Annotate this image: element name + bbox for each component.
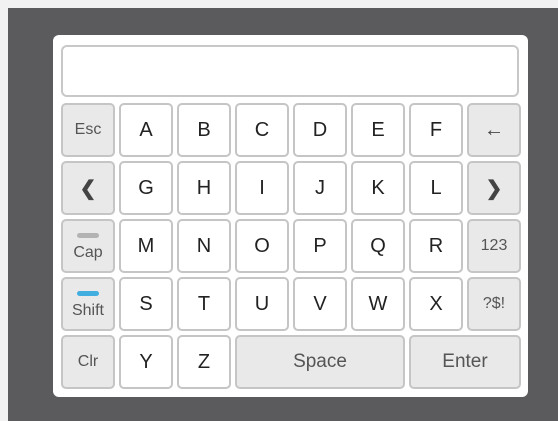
key-k[interactable]: K <box>351 161 405 215</box>
key-z-label: Z <box>197 350 211 373</box>
key-m[interactable]: M <box>119 219 173 273</box>
key-o-label: O <box>254 234 270 257</box>
numeric-mode-key[interactable]: 123 <box>467 219 521 273</box>
key-x-label: X <box>429 292 443 315</box>
key-i-label: I <box>259 176 265 199</box>
numeric-mode-label: 123 <box>480 237 508 254</box>
key-c-label: C <box>254 118 270 141</box>
key-l[interactable]: L <box>409 161 463 215</box>
key-t-label: T <box>197 292 211 315</box>
key-m-label: M <box>137 234 155 257</box>
key-e[interactable]: E <box>351 103 405 157</box>
esc-key-label: Esc <box>74 121 102 138</box>
key-x[interactable]: X <box>409 277 463 331</box>
key-a-label: A <box>139 118 153 141</box>
cursor-right-key[interactable]: ❯ <box>467 161 521 215</box>
key-i[interactable]: I <box>235 161 289 215</box>
key-b[interactable]: B <box>177 103 231 157</box>
key-a[interactable]: A <box>119 103 173 157</box>
key-o[interactable]: O <box>235 219 289 273</box>
key-j[interactable]: J <box>293 161 347 215</box>
key-k-label: K <box>371 176 385 199</box>
key-w[interactable]: W <box>351 277 405 331</box>
key-u-label: U <box>254 292 270 315</box>
esc-key[interactable]: Esc <box>61 103 115 157</box>
key-s[interactable]: S <box>119 277 173 331</box>
key-q-label: Q <box>370 234 386 257</box>
key-q[interactable]: Q <box>351 219 405 273</box>
text-display-field[interactable] <box>61 45 519 97</box>
key-r[interactable]: R <box>409 219 463 273</box>
enter-key-label: Enter <box>442 351 488 372</box>
clear-key[interactable]: Clr <box>61 335 115 389</box>
cursor-left-key[interactable]: ❮ <box>61 161 115 215</box>
key-s-label: S <box>139 292 153 315</box>
key-h-label: H <box>196 176 212 199</box>
key-n-label: N <box>196 234 212 257</box>
symbols-mode-key[interactable]: ?$! <box>467 277 521 331</box>
key-t[interactable]: T <box>177 277 231 331</box>
backspace-key[interactable]: ← <box>467 103 521 157</box>
space-key-label: Space <box>293 351 347 372</box>
key-e-label: E <box>371 118 385 141</box>
chevron-left-icon: ❮ <box>79 177 97 200</box>
caps-lock-label: Cap <box>73 243 103 261</box>
caps-lock-key[interactable]: Cap <box>61 219 115 273</box>
key-d-label: D <box>312 118 328 141</box>
key-y[interactable]: Y <box>119 335 173 389</box>
key-f[interactable]: F <box>409 103 463 157</box>
key-w-label: W <box>368 292 388 315</box>
key-r-label: R <box>428 234 444 257</box>
chevron-right-icon: ❯ <box>485 177 503 200</box>
shift-key[interactable]: Shift <box>61 277 115 331</box>
key-p[interactable]: P <box>293 219 347 273</box>
key-f-label: F <box>429 118 443 141</box>
clear-key-label: Clr <box>77 353 99 370</box>
key-v[interactable]: V <box>293 277 347 331</box>
key-v-label: V <box>313 292 327 315</box>
backspace-arrow-icon: ← <box>484 118 504 141</box>
symbols-mode-label: ?$! <box>482 295 506 312</box>
key-d[interactable]: D <box>293 103 347 157</box>
key-h[interactable]: H <box>177 161 231 215</box>
key-l-label: L <box>430 176 442 199</box>
key-g-label: G <box>138 176 154 199</box>
shift-indicator <box>77 290 99 296</box>
key-u[interactable]: U <box>235 277 289 331</box>
key-p-label: P <box>313 234 327 257</box>
enter-key[interactable]: Enter <box>409 335 521 389</box>
shift-label: Shift <box>71 301 104 319</box>
key-g[interactable]: G <box>119 161 173 215</box>
space-key[interactable]: Space <box>235 335 405 389</box>
key-j-label: J <box>315 176 325 199</box>
key-c[interactable]: C <box>235 103 289 157</box>
caps-lock-indicator <box>77 232 99 238</box>
key-n[interactable]: N <box>177 219 231 273</box>
key-z[interactable]: Z <box>177 335 231 389</box>
key-y-label: Y <box>139 350 153 373</box>
key-b-label: B <box>197 118 211 141</box>
